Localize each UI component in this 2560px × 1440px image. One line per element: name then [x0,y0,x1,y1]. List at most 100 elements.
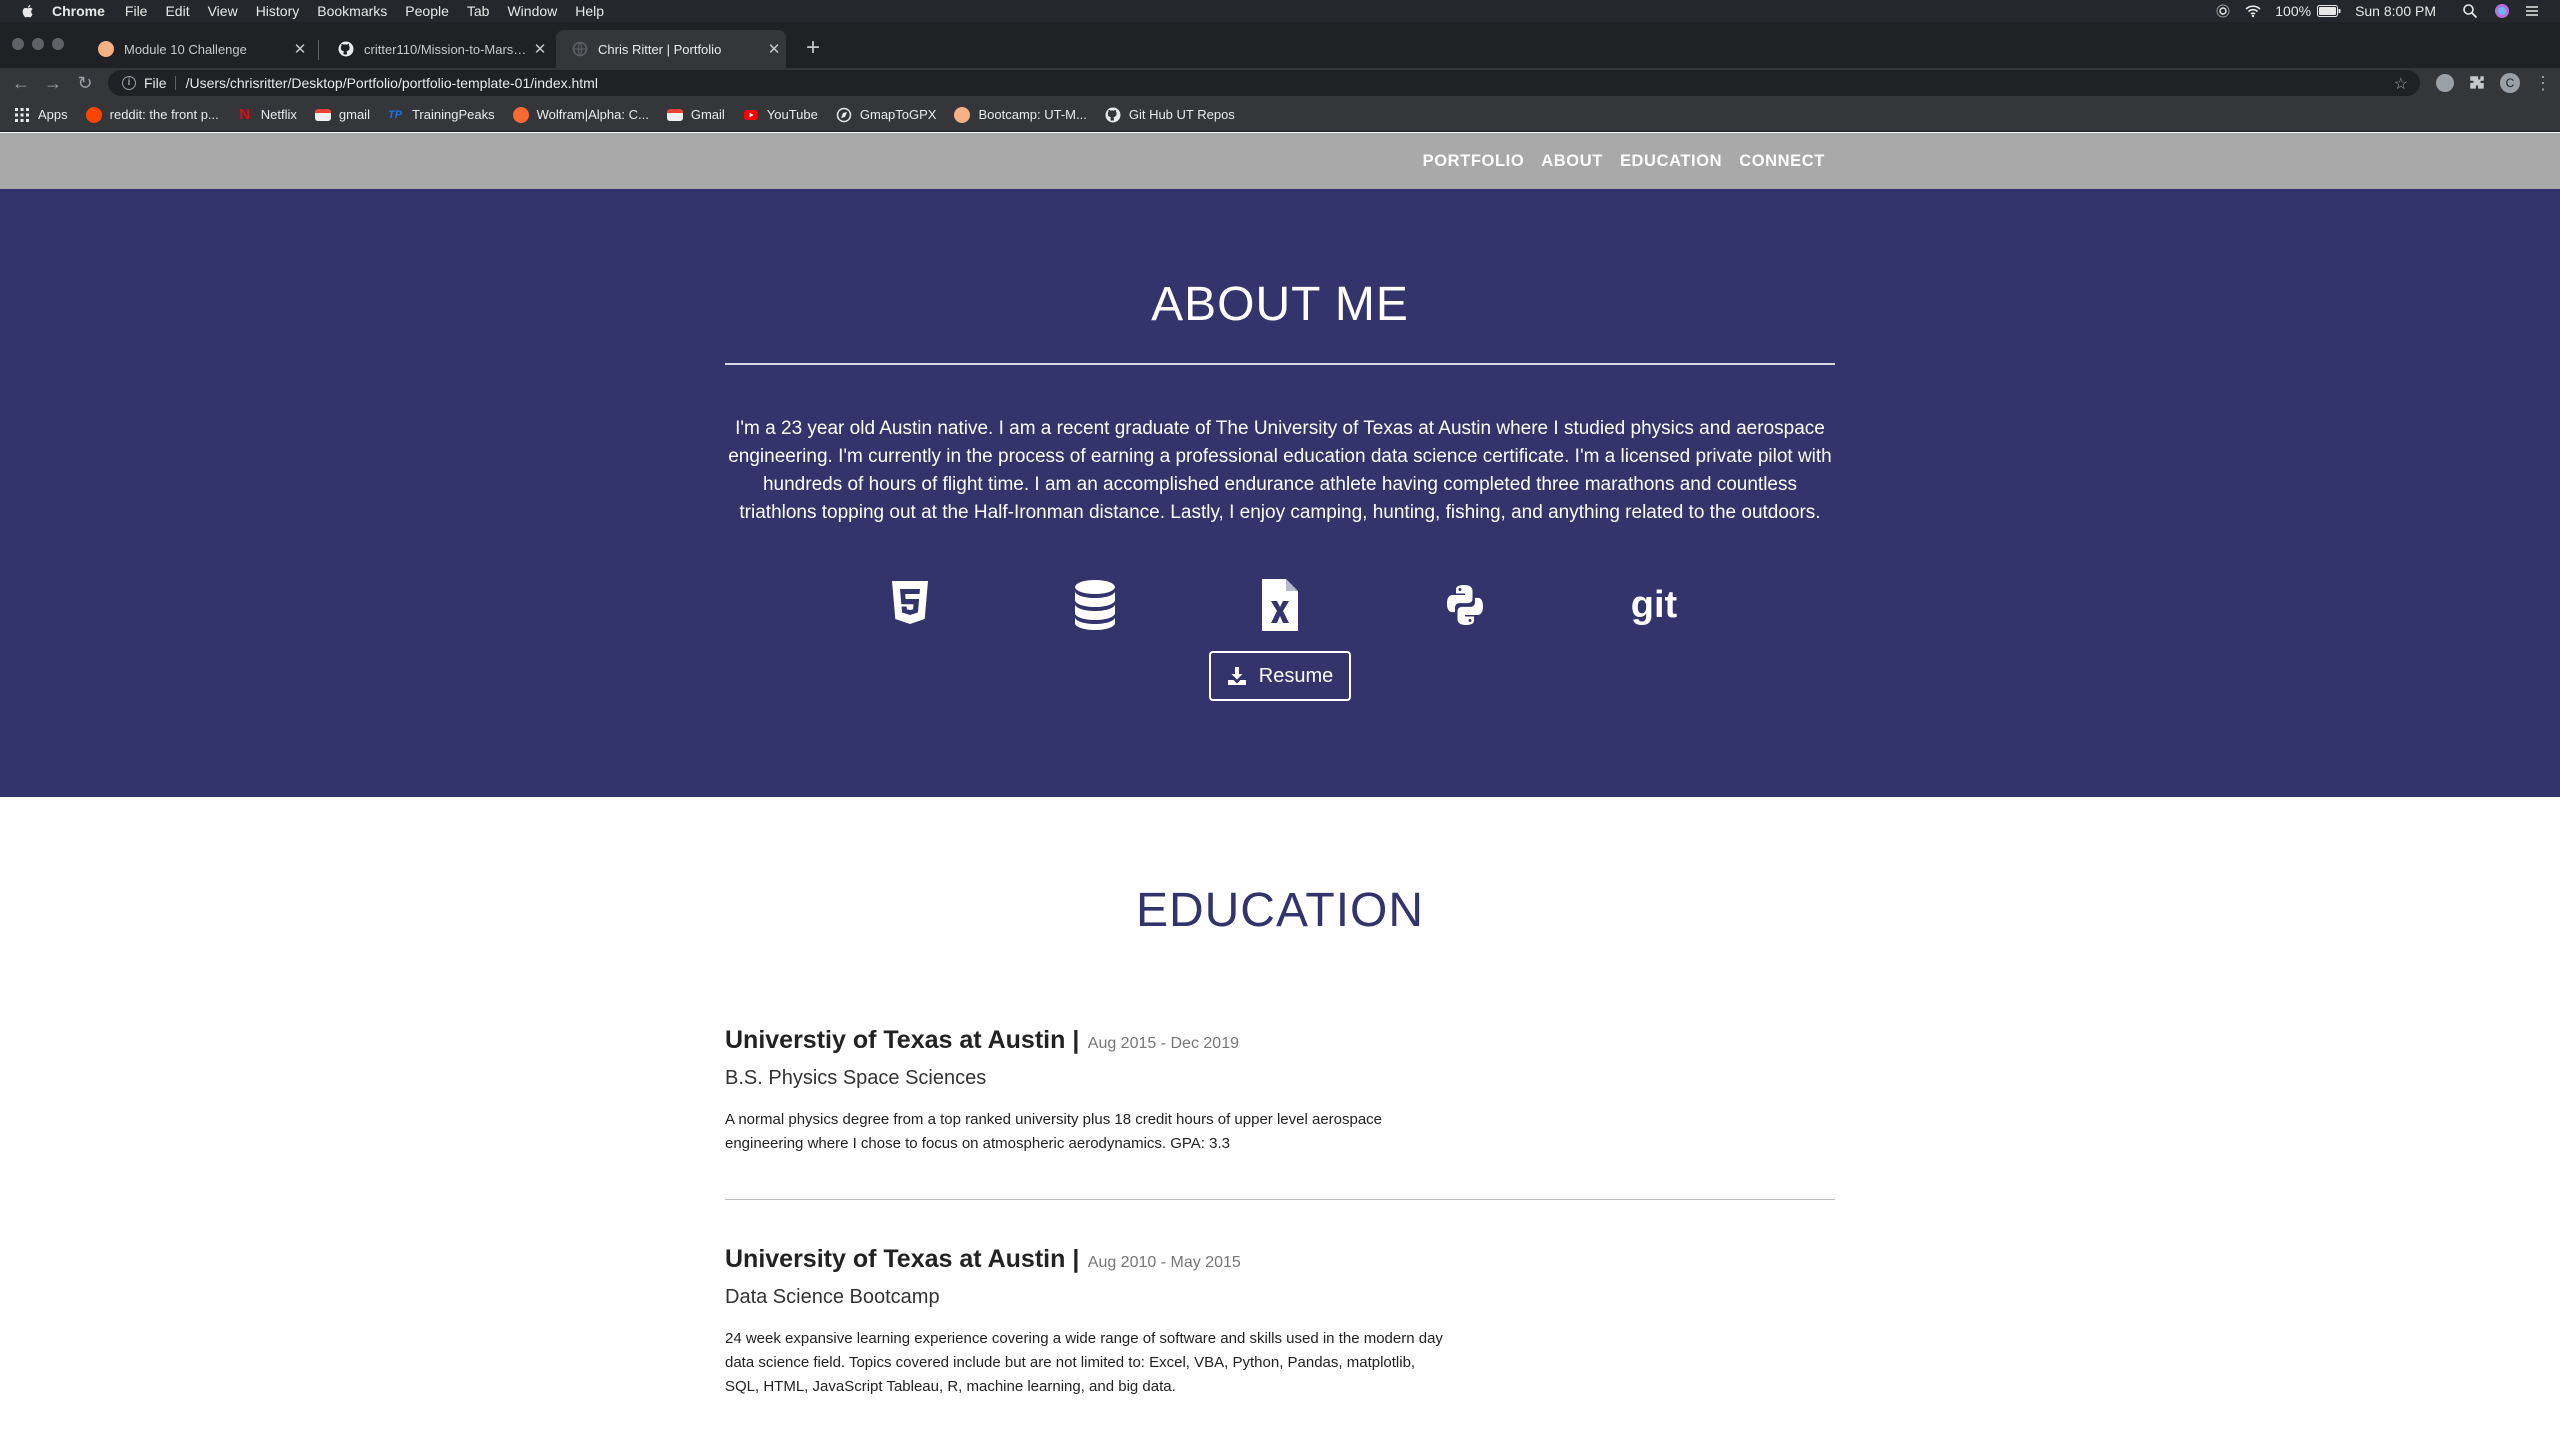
close-tab-icon[interactable]: ✕ [528,40,552,58]
education-description: A normal physics degree from a top ranke… [725,1111,1383,1152]
bookmark-github-ut-repos[interactable]: Git Hub UT Repos [1105,107,1235,123]
bookmark-label: gmail [338,107,370,122]
resume-label: Resume [1258,664,1334,687]
airdrop-icon[interactable] [2215,3,2231,19]
menu-history[interactable]: History [256,3,300,19]
bookmark-wolfram[interactable]: Wolfram|Alpha: C... [512,106,649,123]
bookmark-bootcamp[interactable]: Bootcamp: UT-M... [954,106,1087,123]
menu-app-name[interactable]: Chrome [52,3,105,19]
netflix-icon: N [239,105,251,123]
menu-edit[interactable]: Edit [165,3,189,19]
close-tab-icon[interactable]: ✕ [762,40,786,58]
bookmark-gmaptogpx[interactable]: GmapToGPX [836,107,936,123]
wolfram-icon [512,106,529,123]
tab-mission-to-mars[interactable]: critter110/Mission-to-Mars: We ✕ [322,30,552,68]
nav-link-education[interactable]: EDUCATION [1620,152,1722,171]
bookmark-reddit[interactable]: reddit: the front p... [85,106,219,123]
bookmark-trainingpeaks[interactable]: TP TrainingPeaks [388,107,495,123]
education-dates: Aug 2015 - Dec 2019 [1087,1035,1239,1052]
education-entry: University of Texas at Austin | Aug 2010… [725,1245,1835,1399]
bookmark-label: Wolfram|Alpha: C... [536,107,649,122]
browser-tab-strip: Module 10 Challenge ✕ critter110/Mission… [0,22,2560,68]
url-divider [174,76,176,90]
about-heading: ABOUT ME [1151,278,1409,331]
gmail-icon [314,108,331,121]
menu-people[interactable]: People [405,3,449,19]
wifi-icon[interactable] [2245,3,2261,19]
chrome-menu-icon[interactable]: ⋮ [2534,73,2552,94]
close-window-button[interactable] [12,38,24,50]
bookmark-label: Apps [38,107,68,122]
bookmark-label: Gmail [690,107,725,122]
bookmarks-bar: Apps reddit: the front p... N Netflix gm… [0,98,2560,132]
database-icon [1075,580,1115,630]
menu-bar-clock[interactable]: Sun 8:00 PM [2355,3,2436,19]
site-navbar: PORTFOLIO ABOUT EDUCATION CONNECT [0,133,2560,189]
siri-icon[interactable] [2494,3,2510,19]
tab-title: Chris Ritter | Portfolio [598,41,722,57]
git-wordmark: git [1631,584,1678,626]
bookmark-label: Netflix [260,107,297,122]
zoom-window-button[interactable] [52,38,64,50]
python-icon [1447,585,1483,625]
bookmark-youtube[interactable]: YouTube [743,107,818,123]
battery-percent: 100% [2275,3,2312,19]
menu-bookmarks[interactable]: Bookmarks [317,3,387,19]
menu-bar-status: 100% Sun 8:00 PM [2215,0,2560,22]
menu-view[interactable]: View [208,3,238,19]
puzzle-extensions-icon[interactable] [2468,74,2486,92]
bootcamp-icon [954,106,971,123]
browser-toolbar: ← → ↻ i File /Users/chrisritter/Desktop/… [0,68,2560,98]
education-divider [725,1199,1835,1200]
reload-icon[interactable]: ↻ [74,72,96,94]
new-tab-button[interactable]: + [806,36,820,60]
education-entry: Universtiy of Texas at Austin | Aug 2015… [725,1026,1835,1156]
tab-module-10-challenge[interactable]: Module 10 Challenge ✕ [82,30,312,68]
menu-help[interactable]: Help [575,3,604,19]
globe-icon [572,41,588,57]
resume-download-button[interactable]: Resume [1209,651,1351,701]
back-arrow-icon[interactable]: ← [10,72,32,94]
nav-link-connect[interactable]: CONNECT [1739,152,1825,171]
site-info-icon[interactable]: i [122,76,136,90]
github-icon [338,41,354,57]
nav-link-about[interactable]: ABOUT [1541,152,1603,171]
github-icon [1105,107,1121,122]
html5-icon [892,581,928,624]
battery-icon[interactable] [2317,5,2341,17]
degree-title: B.S. Physics Space Sciences [725,1067,987,1089]
menu-file[interactable]: File [125,3,148,19]
menu-tab[interactable]: Tab [467,3,490,19]
school-name: Universtiy of Texas at Austin | [725,1026,1080,1054]
notification-center-icon[interactable] [2524,3,2540,19]
bookmark-label: YouTube [766,107,818,122]
minimize-window-button[interactable] [32,38,44,50]
spotlight-search-icon[interactable] [2462,3,2478,19]
reddit-icon [85,106,102,123]
window-controls [12,38,72,50]
close-tab-icon[interactable]: ✕ [288,40,312,58]
gmail-icon [666,108,683,121]
bookmark-gmail-1[interactable]: gmail [314,107,370,122]
macos-menu-bar: Chrome File Edit View History Bookmarks … [0,0,2560,22]
bookmark-gmail-2[interactable]: Gmail [666,107,725,122]
apple-icon[interactable] [20,3,36,19]
bookmark-label: Git Hub UT Repos [1128,107,1235,122]
youtube-icon [743,109,758,120]
bookmark-netflix[interactable]: N Netflix [237,105,297,123]
forward-arrow-icon[interactable]: → [42,72,64,94]
menu-window[interactable]: Window [507,3,557,19]
url-text[interactable]: /Users/chrisritter/Desktop/Portfolio/por… [186,75,598,91]
bookmark-star-icon[interactable]: ☆ [2394,74,2408,94]
address-bar[interactable]: i File /Users/chrisritter/Desktop/Portfo… [108,70,2420,96]
git-icon: git [1631,584,1678,626]
bookmark-apps[interactable]: Apps [14,107,68,123]
extension-icon[interactable] [2436,74,2454,92]
school-name: University of Texas at Austin | [725,1245,1080,1273]
tab-title: critter110/Mission-to-Mars: We [364,41,528,57]
bookmark-label: TrainingPeaks [411,107,495,122]
tab-chris-ritter-portfolio[interactable]: Chris Ritter | Portfolio ✕ [556,30,786,68]
nav-link-portfolio[interactable]: PORTFOLIO [1423,152,1525,171]
profile-avatar[interactable]: C [2500,73,2520,93]
tab-title: Module 10 Challenge [124,41,247,57]
